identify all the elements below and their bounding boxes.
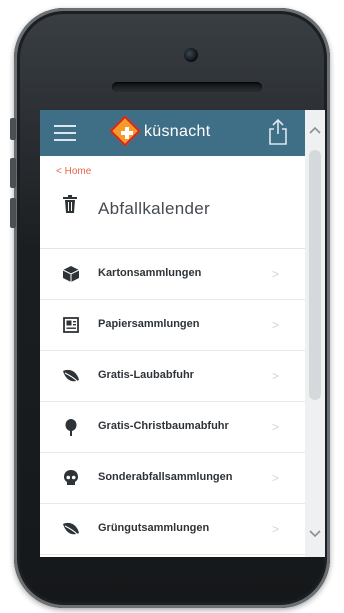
app-header: küsnacht — [40, 110, 325, 156]
chevron-right-icon: > — [272, 267, 280, 281]
side-button — [10, 158, 16, 188]
list-item-label: Grüngutsammlungen — [98, 522, 210, 534]
leaf-icon — [63, 369, 79, 382]
list-item[interactable]: Kartonsammlungen > — [40, 249, 305, 300]
skull-icon — [64, 470, 78, 485]
back-link[interactable]: < Home — [56, 166, 91, 177]
list-item[interactable]: Grüngutsammlungen > — [40, 504, 305, 555]
app-brand: küsnacht — [144, 123, 211, 140]
trash-icon — [63, 195, 77, 213]
leaf-icon — [63, 522, 79, 535]
box-icon — [62, 266, 80, 282]
list-item-label: Papiersammlungen — [98, 318, 200, 330]
menu-icon[interactable] — [54, 125, 76, 141]
newspaper-icon — [63, 317, 79, 333]
chevron-right-icon: > — [272, 318, 280, 332]
chevron-right-icon: > — [272, 420, 280, 434]
list-item[interactable]: Gratis-Laubabfuhr > — [40, 351, 305, 402]
camera — [184, 48, 198, 62]
speaker-grille — [112, 82, 262, 92]
list-item-label: Gratis-Laubabfuhr — [98, 369, 194, 381]
list-item-label: Sonderabfallsammlungen — [98, 471, 233, 483]
chevron-right-icon: > — [272, 522, 280, 536]
chevron-right-icon: > — [272, 471, 280, 485]
scroll-down-icon[interactable] — [308, 526, 322, 540]
list-item[interactable]: Gratis-Christbaumabfuhr > — [40, 402, 305, 453]
list-item[interactable]: Sonderabfallsammlungen > — [40, 453, 305, 504]
tree-icon — [65, 419, 77, 436]
phone-screen: küsnacht < Home Abfallkalender Kartonsam… — [40, 110, 325, 557]
share-icon[interactable] — [268, 118, 288, 146]
chevron-right-icon: > — [272, 369, 280, 383]
scroll-thumb[interactable] — [309, 150, 321, 400]
list-item[interactable]: Papiersammlungen > — [40, 300, 305, 351]
page-title: Abfallkalender — [98, 199, 210, 218]
list-item-label: Kartonsammlungen — [98, 267, 202, 279]
category-list: Kartonsammlungen > Papiersammlungen > Gr… — [40, 249, 305, 555]
scroll-up-icon[interactable] — [308, 124, 322, 138]
side-button — [10, 118, 16, 140]
logo-cross-icon — [121, 127, 133, 139]
side-button — [10, 198, 16, 228]
list-item-label: Gratis-Christbaumabfuhr — [98, 420, 229, 432]
